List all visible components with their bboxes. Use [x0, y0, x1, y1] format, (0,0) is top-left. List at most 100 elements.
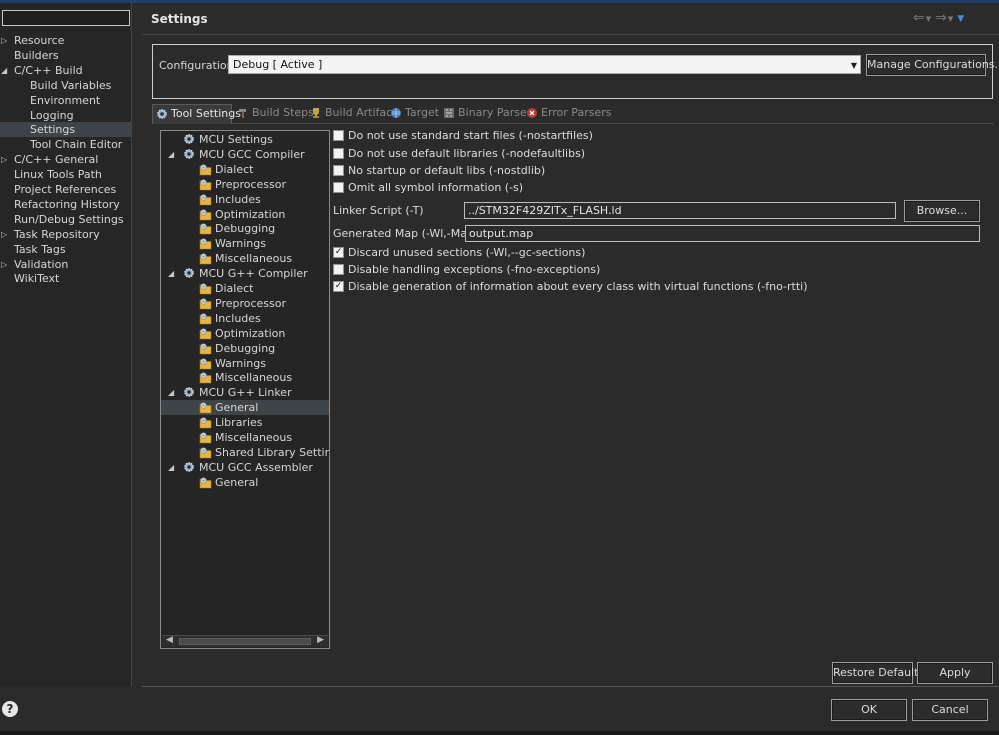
tree-item-warnings[interactable]: Warnings	[161, 236, 329, 251]
tree-item-libraries[interactable]: Libraries	[161, 415, 329, 430]
scrollbar-thumb[interactable]	[179, 638, 311, 645]
nav-item-task-repository[interactable]: ▷ Task Repository	[0, 227, 131, 242]
tab-label: Build Artifact	[325, 106, 397, 119]
collapsed-arrow-icon[interactable]: ▷	[1, 33, 7, 48]
folder-gear-icon	[199, 222, 212, 235]
tree-item-miscellaneous[interactable]: Miscellaneous	[161, 370, 329, 385]
nav-item-run-debug-settings[interactable]: Run/Debug Settings	[0, 212, 131, 227]
checkbox[interactable]: ✓	[333, 247, 344, 258]
folder-gear-icon	[199, 252, 212, 265]
window-top-border	[0, 0, 999, 3]
manage-configurations-button[interactable]: Manage Configurations...	[866, 54, 999, 76]
tree-item-preprocessor[interactable]: Preprocessor	[161, 177, 329, 192]
nav-item-builders[interactable]: Builders	[0, 48, 131, 63]
tree-item-includes[interactable]: Includes	[161, 192, 329, 207]
ok-button[interactable]: OK	[831, 699, 907, 721]
chevron-down-icon: ▼	[850, 61, 857, 70]
tree-item-debugging[interactable]: Debugging	[161, 341, 329, 356]
nav-item-label: Environment	[30, 93, 101, 107]
nav-item-label: Tool Chain Editor	[30, 138, 123, 152]
linker-script-input[interactable]	[464, 202, 896, 219]
expanded-arrow-icon[interactable]: ◢	[1, 63, 7, 78]
expanded-arrow-icon[interactable]: ◢	[168, 147, 174, 162]
scroll-left-icon[interactable]: ◀	[166, 635, 173, 645]
nav-item-tool-chain-editor[interactable]: Tool Chain Editor	[0, 137, 131, 152]
tree-item-debugging[interactable]: Debugging	[161, 221, 329, 236]
tree-item-mcu-g-linker[interactable]: ◢ MCU G++ Linker	[161, 385, 329, 400]
checkbox[interactable]	[333, 182, 344, 193]
generated-map-input[interactable]	[465, 225, 980, 242]
collapsed-arrow-icon[interactable]: ▷	[1, 152, 7, 167]
settings-tabs: Tool Settings Build Steps Build Artifact Ta…	[152, 104, 994, 124]
tree-item-mcu-g-compiler[interactable]: ◢ MCU G++ Compiler	[161, 266, 329, 281]
back-arrow-icon[interactable]: ⇐	[913, 10, 925, 26]
nav-item-settings[interactable]: Settings	[0, 122, 131, 138]
tree-item-general[interactable]: General	[161, 400, 329, 416]
forward-arrow-icon[interactable]: ⇒	[935, 10, 947, 26]
tree-item-dialect[interactable]: Dialect	[161, 281, 329, 296]
cancel-button[interactable]: Cancel	[912, 699, 988, 721]
checkbox[interactable]	[333, 130, 344, 141]
nav-item-build-variables[interactable]: Build Variables	[0, 78, 131, 93]
checkbox[interactable]	[333, 264, 344, 275]
tool-settings-tree[interactable]: MCU Settings ◢ MCU GCC Compiler Dialect Prep…	[160, 130, 330, 649]
back-dropdown-icon[interactable]: ▼	[926, 15, 931, 23]
nav-item-c-c-general[interactable]: ▷ C/C++ General	[0, 152, 131, 167]
tree-item-optimization[interactable]: Optimization	[161, 326, 329, 341]
nav-item-label: Run/Debug Settings	[14, 212, 124, 226]
horizontal-scrollbar[interactable]: ◀ ▶	[162, 635, 328, 647]
tab-tool-settings[interactable]: Tool Settings	[152, 104, 241, 124]
filter-input[interactable]	[2, 10, 130, 26]
tree-item-preprocessor[interactable]: Preprocessor	[161, 296, 329, 311]
tab-binary-parsers[interactable]: Binary Parsers	[440, 104, 537, 124]
nav-item-resource[interactable]: ▷ Resource	[0, 33, 131, 48]
tree-item-warnings[interactable]: Warnings	[161, 356, 329, 371]
nav-item-refactoring-history[interactable]: Refactoring History	[0, 197, 131, 212]
tab-error-parsers[interactable]: Error Parsers	[523, 104, 611, 124]
checkbox-label: Do not use default libraries (-nodefault…	[348, 147, 586, 160]
tree-item-label: Debugging	[215, 341, 276, 355]
tab-build-steps[interactable]: Build Steps	[234, 104, 314, 124]
tree-item-miscellaneous[interactable]: Miscellaneous	[161, 251, 329, 266]
tree-item-mcu-settings[interactable]: MCU Settings	[161, 132, 329, 147]
collapsed-arrow-icon[interactable]: ▷	[1, 257, 7, 272]
collapsed-arrow-icon[interactable]: ▷	[1, 227, 7, 242]
nav-item-logging[interactable]: Logging	[0, 108, 131, 123]
restore-defaults-button[interactable]: Restore Defaults	[832, 662, 924, 684]
nav-item-project-references[interactable]: Project References	[0, 182, 131, 197]
expanded-arrow-icon[interactable]: ◢	[168, 266, 174, 281]
nav-item-task-tags[interactable]: Task Tags	[0, 242, 131, 257]
forward-dropdown-icon[interactable]: ▼	[948, 15, 953, 23]
browse-button[interactable]: Browse...	[904, 200, 980, 222]
nav-item-environment[interactable]: Environment	[0, 93, 131, 108]
gear-icon	[183, 148, 196, 161]
nav-item-c-c-build[interactable]: ◢ C/C++ Build	[0, 63, 131, 78]
tree-item-label: MCU GCC Compiler	[199, 147, 305, 161]
expanded-arrow-icon[interactable]: ◢	[168, 385, 174, 400]
tree-item-shared-library-settings[interactable]: Shared Library Settings	[161, 445, 329, 460]
view-menu-icon[interactable]: ▼	[957, 14, 964, 24]
tree-item-includes[interactable]: Includes	[161, 311, 329, 326]
tab-target[interactable]: Target	[387, 104, 439, 124]
help-icon[interactable]: ?	[2, 701, 18, 717]
scroll-right-icon[interactable]: ▶	[317, 635, 324, 645]
nav-item-label: Linux Tools Path	[14, 168, 102, 182]
nav-item-validation[interactable]: ▷ Validation	[0, 257, 131, 272]
nav-item-wikitext[interactable]: WikiText	[0, 271, 131, 286]
tree-item-optimization[interactable]: Optimization	[161, 207, 329, 222]
tree-item-dialect[interactable]: Dialect	[161, 162, 329, 177]
tree-item-general[interactable]: General	[161, 475, 329, 490]
configuration-select[interactable]: Debug [ Active ] ▼	[228, 55, 861, 74]
checkbox[interactable]	[333, 165, 344, 176]
nav-item-linux-tools-path[interactable]: Linux Tools Path	[0, 167, 131, 182]
folder-gear-icon	[199, 312, 212, 325]
expanded-arrow-icon[interactable]: ◢	[168, 460, 174, 475]
checkbox[interactable]	[333, 148, 344, 159]
tree-item-mcu-gcc-compiler[interactable]: ◢ MCU GCC Compiler	[161, 147, 329, 162]
page-title: Settings	[151, 12, 208, 26]
tree-item-miscellaneous[interactable]: Miscellaneous	[161, 430, 329, 445]
checkbox[interactable]: ✓	[333, 281, 344, 292]
tree-item-mcu-gcc-assembler[interactable]: ◢ MCU GCC Assembler	[161, 460, 329, 475]
tab-build-artifact[interactable]: Build Artifact	[307, 104, 397, 124]
apply-button[interactable]: Apply	[917, 662, 993, 684]
